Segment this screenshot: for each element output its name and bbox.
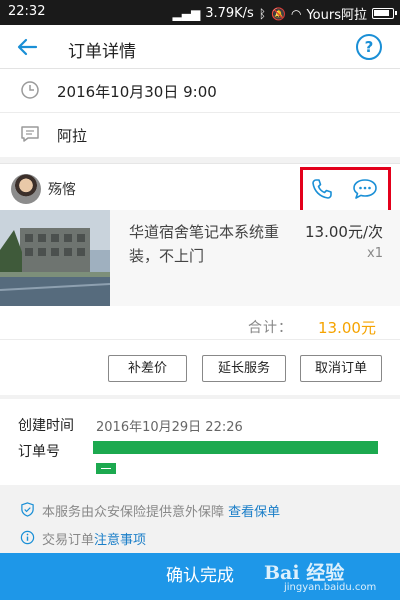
- total-row: 合计： 13.00元: [0, 310, 400, 340]
- extend-service-button[interactable]: 延长服务: [202, 355, 286, 382]
- note-text: 阿拉: [57, 127, 88, 145]
- order-meta: 创建时间 2016年10月29日 22:26 订单号: [0, 399, 400, 485]
- notes-link[interactable]: 注意事项: [94, 533, 146, 548]
- phone-icon: [312, 179, 332, 199]
- product-quantity: x1: [367, 246, 383, 261]
- page-title: 订单详情: [68, 42, 136, 62]
- order-number-label: 订单号: [18, 444, 60, 460]
- carrier-name: Yours阿拉: [306, 8, 367, 23]
- created-time-label: 创建时间: [18, 418, 74, 434]
- baidu-jingyan-watermark: Bai 经验 jingyan.baidu.com: [264, 556, 392, 596]
- help-button[interactable]: ?: [356, 34, 382, 60]
- trade-notice: 交易订单注意事项: [0, 525, 400, 551]
- trade-description: 交易订单: [42, 533, 95, 548]
- product-name: 华道宿舍笔记本系统重装，不上门: [129, 223, 280, 265]
- network-speed: 3.79K/s: [205, 6, 254, 21]
- info-icon: [20, 530, 35, 545]
- cancel-order-button[interactable]: 取消订单: [300, 355, 382, 382]
- chat-button[interactable]: [352, 178, 378, 200]
- notices: 本服务由众安保险提供意外保障 查看保单 交易订单注意事项: [0, 485, 400, 551]
- back-button[interactable]: [12, 32, 42, 62]
- order-number-redaction: [93, 441, 378, 454]
- status-bar: 22:32 ▂▄▆ 3.79K/s ᛒ 🔕 ◠ Yours阿拉: [0, 0, 400, 25]
- product-price: 13.00元/次: [305, 223, 383, 241]
- building-photo: [0, 210, 110, 306]
- total-amount: 13.00元: [318, 319, 376, 337]
- watermark-url: jingyan.baidu.com: [284, 582, 377, 593]
- battery-icon: [372, 8, 397, 19]
- order-card: 殇愘 华道宿舍笔记本系统重装，不上门 13.00元/次 x1 合计： 13.00…: [0, 163, 400, 395]
- service-info: 2016年10月30日 9:00 阿拉: [0, 69, 400, 157]
- trade-text: 交易订单注意事项: [42, 529, 146, 548]
- service-time-row: 2016年10月30日 9:00: [0, 69, 400, 113]
- total-label: 合计：: [248, 320, 293, 336]
- mute-icon: 🔕: [271, 6, 286, 21]
- insurance-notice: 本服务由众安保险提供意外保障 查看保单: [0, 497, 400, 523]
- call-button[interactable]: [310, 177, 334, 201]
- product-image: [0, 210, 110, 306]
- app-header: 订单详情 ?: [0, 25, 400, 69]
- price-difference-button[interactable]: 补差价: [108, 355, 187, 382]
- shield-check-icon: [21, 502, 34, 517]
- product-item[interactable]: 华道宿舍笔记本系统重装，不上门 13.00元/次 x1: [0, 210, 400, 306]
- provider-name: 殇愘: [48, 182, 76, 198]
- avatar[interactable]: [11, 174, 41, 204]
- insurance-text: 本服务由众安保险提供意外保障 查看保单: [42, 501, 280, 520]
- signal-icon: ▂▄▆: [172, 6, 201, 21]
- clock-icon: [21, 81, 39, 99]
- service-datetime: 2016年10月30日 9:00: [57, 83, 217, 101]
- back-arrow-icon: [17, 38, 38, 56]
- chat-bubble-icon: [353, 179, 377, 199]
- order-number-redaction-mark: [96, 463, 116, 474]
- view-policy-link[interactable]: 查看保单: [228, 505, 280, 520]
- insurance-description: 本服务由众安保险提供意外保障: [42, 505, 225, 520]
- note-row: 阿拉: [0, 113, 400, 157]
- message-note-icon: [21, 126, 39, 142]
- watermark-main: Bai 经验: [264, 562, 345, 584]
- created-time-value: 2016年10月29日 22:26: [96, 420, 243, 435]
- bluetooth-icon: ᛒ: [258, 6, 267, 21]
- status-right: ▂▄▆ 3.79K/s ᛒ 🔕 ◠ Yours阿拉: [172, 4, 397, 23]
- wifi-icon: ◠: [290, 6, 302, 21]
- status-time: 22:32: [8, 4, 46, 19]
